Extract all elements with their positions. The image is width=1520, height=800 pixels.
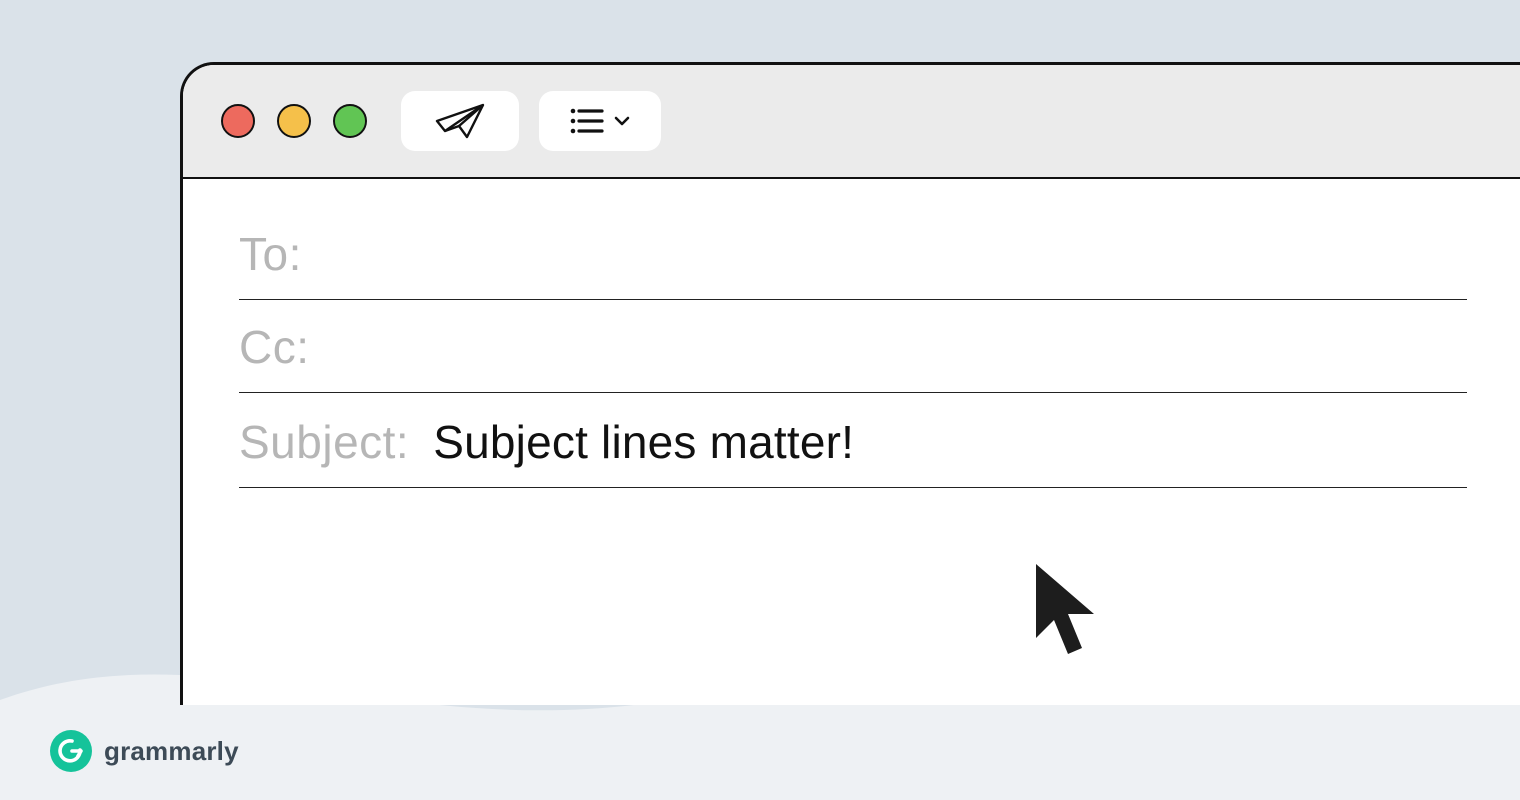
brand-name: grammarly bbox=[104, 736, 239, 767]
send-button[interactable] bbox=[401, 91, 519, 151]
paper-plane-icon bbox=[434, 101, 486, 141]
compose-window: To: Cc: Subject: Subject lines matter! bbox=[180, 62, 1520, 705]
list-icon bbox=[570, 107, 604, 135]
subject-value: Subject lines matter! bbox=[433, 415, 854, 469]
page-canvas: To: Cc: Subject: Subject lines matter! bbox=[0, 0, 1520, 800]
minimize-window-button[interactable] bbox=[277, 104, 311, 138]
window-titlebar bbox=[183, 65, 1520, 179]
format-menu-button[interactable] bbox=[539, 91, 661, 151]
compose-body: To: Cc: Subject: Subject lines matter! bbox=[183, 179, 1520, 488]
close-window-button[interactable] bbox=[221, 104, 255, 138]
subject-label: Subject: bbox=[239, 415, 409, 469]
subject-field[interactable]: Subject: Subject lines matter! bbox=[239, 393, 1467, 488]
brand-badge-icon bbox=[50, 730, 92, 772]
to-label: To: bbox=[239, 227, 302, 281]
traffic-lights bbox=[221, 104, 367, 138]
chevron-down-icon bbox=[614, 115, 630, 127]
to-field[interactable]: To: bbox=[239, 207, 1467, 300]
maximize-window-button[interactable] bbox=[333, 104, 367, 138]
cursor-pointer-icon bbox=[1028, 560, 1108, 664]
cc-label: Cc: bbox=[239, 320, 310, 374]
brand-mark: grammarly bbox=[50, 730, 239, 772]
cc-field[interactable]: Cc: bbox=[239, 300, 1467, 393]
